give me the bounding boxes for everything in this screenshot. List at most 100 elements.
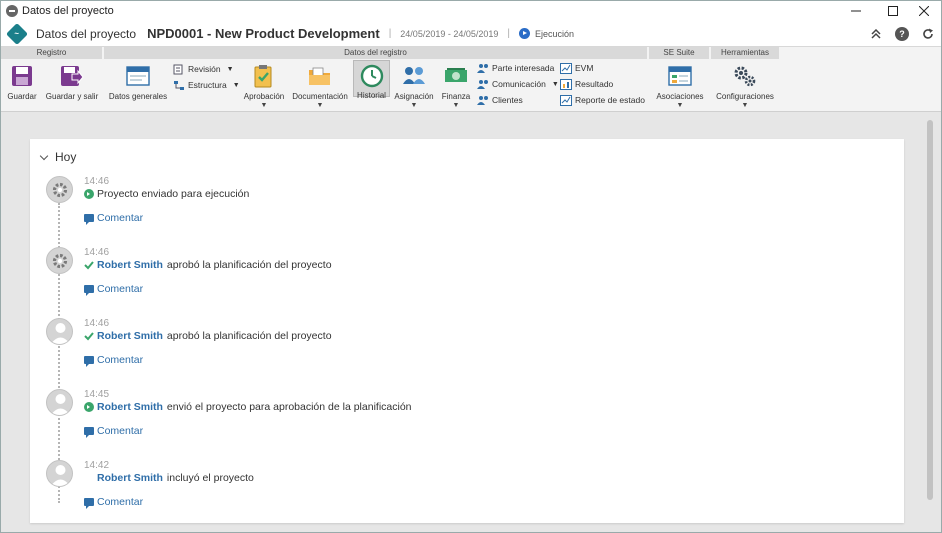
ribbon-toolbar: Registro Guardar Guardar y salir Datos d… — [1, 46, 941, 112]
stakeholder-label: Parte interesada — [492, 63, 555, 73]
blank-status-icon — [84, 473, 94, 483]
comment-link[interactable]: Comentar — [84, 212, 143, 225]
entry-time: 14:46 — [84, 247, 110, 258]
comment-link[interactable]: Comentar — [84, 496, 144, 509]
chevron-down-icon: ▼ — [676, 102, 684, 109]
stakeholder-button[interactable]: Parte interesada — [477, 61, 554, 75]
save-button[interactable]: Guardar — [5, 60, 39, 101]
people-icon — [477, 63, 489, 74]
entry-message: Robert Smith aprobó la planificación del… — [84, 330, 332, 342]
save-label: Guardar — [7, 92, 37, 101]
chart-icon — [560, 78, 572, 90]
assignment-button[interactable]: Asignación ▼ — [393, 60, 435, 109]
ribbon-group-label: Datos del registro — [104, 47, 647, 59]
vertical-scrollbar[interactable] — [927, 120, 933, 500]
maximize-button[interactable] — [876, 1, 910, 21]
chevron-down-icon: ▼ — [232, 81, 240, 89]
close-button[interactable] — [907, 1, 941, 21]
minimize-button[interactable] — [839, 1, 873, 21]
settings-label: Configuraciones — [716, 92, 774, 101]
settings-button[interactable]: Configuraciones ▼ — [714, 60, 776, 109]
day-label: Hoy — [55, 150, 77, 164]
approval-button[interactable]: Aprobación ▼ — [242, 60, 286, 109]
structure-icon — [173, 80, 185, 91]
help-icon[interactable]: ? — [895, 26, 909, 41]
chevron-down-icon: ▼ — [551, 80, 559, 88]
clients-button[interactable]: Clientes — [477, 93, 523, 107]
folder-icon — [307, 63, 333, 89]
revision-icon — [173, 64, 185, 75]
chevron-down-icon: ▼ — [316, 102, 324, 109]
revision-dropdown[interactable]: Revisión ▼ — [173, 62, 234, 76]
history-label: Historial — [357, 91, 386, 100]
history-entry: 14:46 Robert Smith aprobó la planificaci… — [30, 318, 890, 388]
entry-user-link[interactable]: Robert Smith — [97, 259, 163, 271]
app-icon — [6, 5, 18, 17]
comment-link[interactable]: Comentar — [84, 283, 144, 296]
chart-icon — [560, 62, 572, 74]
assignment-label: Asignación — [394, 92, 434, 101]
refresh-icon[interactable] — [921, 27, 935, 41]
money-icon — [443, 63, 469, 89]
structure-label: Estructura — [188, 80, 227, 90]
save-and-exit-button[interactable]: Guardar y salir — [44, 60, 100, 101]
header-separator: | — [388, 28, 392, 39]
communication-label: Comunicación — [492, 79, 546, 89]
entry-user-link[interactable]: Robert Smith — [97, 330, 163, 342]
play-status-icon — [519, 28, 530, 39]
record-header: ~ Datos del proyecto NPD0001 - New Produ… — [1, 21, 941, 46]
documentation-label: Documentación — [292, 92, 348, 101]
comment-icon — [84, 214, 94, 225]
comment-label: Comentar — [97, 283, 144, 295]
result-button[interactable]: Resultado — [560, 77, 613, 91]
associations-button[interactable]: Asociaciones ▼ — [653, 60, 707, 109]
entry-user-link[interactable]: Robert Smith — [97, 401, 163, 413]
entry-text: Proyecto enviado para ejecución — [97, 188, 250, 200]
entry-message: Robert Smith envió el proyecto para apro… — [84, 401, 412, 413]
evm-button[interactable]: EVM — [560, 61, 593, 75]
entry-time: 14:45 — [84, 389, 110, 400]
comment-label: Comentar — [97, 496, 144, 508]
general-data-icon — [125, 63, 151, 89]
comment-link[interactable]: Comentar — [84, 354, 144, 367]
finance-button[interactable]: Finanza ▼ — [440, 60, 472, 109]
communication-dropdown[interactable]: Comunicación ▼ — [477, 77, 559, 91]
entry-text: incluyó el proyecto — [166, 472, 254, 484]
entry-message: Robert Smith incluyó el proyecto — [84, 472, 254, 484]
entry-user-link[interactable]: Robert Smith — [97, 472, 163, 484]
chevron-down-icon: ▼ — [452, 102, 460, 109]
collapse-up-icon[interactable] — [869, 27, 883, 41]
history-button[interactable]: Historial — [353, 60, 390, 100]
comment-label: Comentar — [97, 425, 144, 437]
gears-icon — [732, 63, 758, 89]
history-entry: 14:46 Proyecto enviado para ejecución Co… — [30, 176, 890, 246]
comment-label: Comentar — [97, 354, 144, 366]
chevron-down-icon: ▼ — [741, 102, 749, 109]
history-clock-icon — [359, 64, 385, 88]
result-label: Resultado — [575, 79, 614, 89]
project-data-window: Datos del proyecto ~ Datos del proyecto … — [0, 0, 942, 533]
window-title: Datos del proyecto — [22, 5, 114, 17]
associations-label: Asociaciones — [656, 92, 704, 101]
check-icon — [84, 260, 94, 270]
entry-time: 14:42 — [84, 460, 110, 471]
structure-dropdown[interactable]: Estructura ▼ — [173, 78, 240, 92]
record-title: NPD0001 - New Product Development — [147, 26, 380, 41]
status-report-button[interactable]: Reporte de estado — [560, 93, 645, 107]
comment-link[interactable]: Comentar — [84, 425, 144, 438]
people-icon — [477, 95, 489, 106]
approval-clipboard-icon — [251, 63, 277, 89]
entry-text: aprobó la planificación del proyecto — [166, 259, 332, 271]
general-data-button[interactable]: Datos generales — [107, 60, 169, 101]
ribbon-group-label: SE Suite — [649, 47, 709, 59]
finance-label: Finanza — [441, 92, 471, 101]
save-icon — [9, 63, 35, 89]
title-bar: Datos del proyecto — [1, 1, 941, 21]
entry-time: 14:46 — [84, 176, 110, 187]
record-status: Ejecución — [535, 28, 575, 39]
arrow-right-circle-icon — [84, 189, 94, 199]
documentation-button[interactable]: Documentación ▼ — [291, 60, 349, 109]
header-section-label: Datos del proyecto — [36, 26, 137, 41]
day-group-header[interactable]: Hoy — [39, 150, 77, 164]
entry-message: Proyecto enviado para ejecución — [84, 188, 249, 200]
